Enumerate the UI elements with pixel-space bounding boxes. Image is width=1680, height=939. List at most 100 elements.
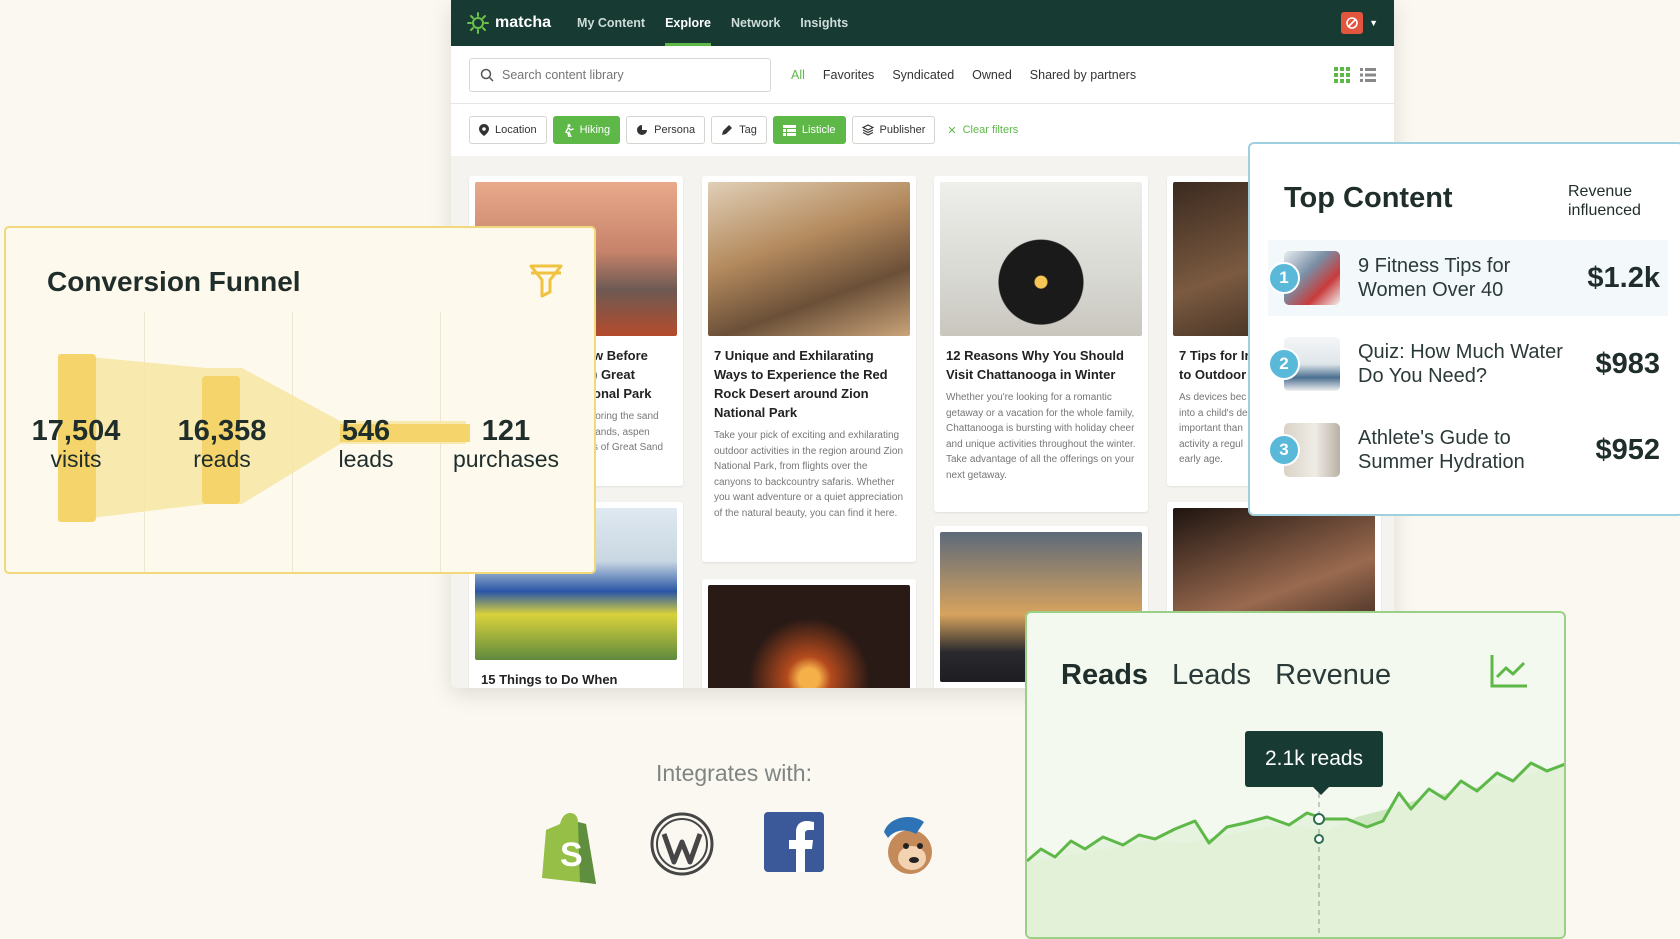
filter-publisher-label: Publisher xyxy=(879,124,926,136)
nav-insights[interactable]: Insights xyxy=(800,0,848,46)
content-card[interactable] xyxy=(702,579,916,688)
content-tabs: All Favorites Syndicated Owned Shared by… xyxy=(791,68,1136,82)
hover-point[interactable] xyxy=(1313,813,1325,825)
card-excerpt: loring the sand lands, aspen s of Great … xyxy=(593,411,664,453)
top-content-title: Top Content xyxy=(1284,182,1453,214)
funnel-graphic xyxy=(58,354,470,522)
filter-tag[interactable]: Tag xyxy=(711,116,767,144)
card-excerpt: Whether you're looking for a romantic ge… xyxy=(946,392,1136,481)
filter-listicle[interactable]: Listicle xyxy=(772,116,846,144)
search-input[interactable] xyxy=(502,67,742,82)
shopify-logo[interactable]: S xyxy=(536,812,602,886)
logo-text: matcha xyxy=(495,14,552,31)
wordpress-logo[interactable] xyxy=(650,812,714,876)
funnel-label: visits xyxy=(50,446,102,472)
matcha-logo[interactable]: matcha xyxy=(467,12,551,34)
filter-persona[interactable]: Persona xyxy=(626,116,706,144)
filter-location[interactable]: Location xyxy=(469,116,547,144)
line-chart-icon[interactable] xyxy=(1489,653,1529,689)
tab-reads[interactable]: Reads xyxy=(1061,659,1148,692)
rank-badge: 2 xyxy=(1268,348,1300,380)
integrations-title: Integrates with: xyxy=(656,760,812,786)
chart-area-primary xyxy=(1027,763,1564,937)
tab-owned[interactable]: Owned xyxy=(972,68,1012,82)
funnel-stage-leads: 546 leads xyxy=(296,416,436,472)
revenue-header: Revenue influenced xyxy=(1568,183,1641,219)
nav-network[interactable]: Network xyxy=(731,0,780,46)
pie-icon xyxy=(637,124,648,135)
funnel-value: 546 xyxy=(341,415,391,447)
facebook-logo[interactable] xyxy=(764,812,824,872)
card-title: 15 Things to Do When xyxy=(481,672,618,687)
hover-point-secondary[interactable] xyxy=(1314,834,1324,844)
nav-my-content[interactable]: My Content xyxy=(577,0,645,46)
svg-text:S: S xyxy=(560,836,583,874)
rank-badge: 3 xyxy=(1268,434,1300,466)
clear-filters-label: Clear filters xyxy=(962,124,1019,136)
filter-publisher[interactable]: Publisher xyxy=(851,116,936,144)
top-content-row[interactable]: 3 Athlete's Gude to Summer Hydration $95… xyxy=(1268,412,1668,488)
reads-tooltip: 2.1k reads xyxy=(1245,731,1384,795)
filter-location-label: Location xyxy=(495,124,537,136)
content-title: Athlete's Gude to Summer Hydration xyxy=(1358,427,1525,473)
reads-chart-card: Reads Leads Revenue 2.1k reads xyxy=(1025,611,1566,939)
top-content-row[interactable]: 1 9 Fitness Tips for Women Over 40 $1.2k xyxy=(1268,240,1668,316)
filter-hiking-label: Hiking xyxy=(579,124,611,136)
grid-view-icon[interactable] xyxy=(1334,66,1350,83)
mailchimp-logo[interactable] xyxy=(876,812,938,878)
filter-listicle-label: Listicle xyxy=(801,124,836,136)
funnel-value: 16,358 xyxy=(177,415,267,447)
funnel-value: 17,504 xyxy=(31,415,121,447)
filter-tag-label: Tag xyxy=(739,124,757,136)
search-icon xyxy=(480,68,494,82)
hiker-icon xyxy=(564,123,574,137)
tab-all[interactable]: All xyxy=(791,68,805,82)
filter-persona-label: Persona xyxy=(654,124,696,136)
tab-shared-by-partners[interactable]: Shared by partners xyxy=(1030,68,1136,82)
tab-favorites[interactable]: Favorites xyxy=(823,68,874,82)
card-title: 12 Reasons Why You Should Visit Chattano… xyxy=(946,348,1124,382)
card-title: 7 Unique and Exhilarating Ways to Experi… xyxy=(714,348,888,420)
account-menu[interactable]: ▼ xyxy=(1341,12,1378,34)
chevron-down-icon[interactable]: ▼ xyxy=(1369,18,1378,28)
top-navbar: matcha My Content Explore Network Insigh… xyxy=(451,0,1394,46)
card-image xyxy=(940,182,1142,336)
top-content-card: Top Content Revenue influenced 1 9 Fitne… xyxy=(1248,142,1680,516)
card-image xyxy=(708,585,910,688)
tab-leads[interactable]: Leads xyxy=(1172,659,1251,692)
content-title: 9 Fitness Tips for Women Over 40 xyxy=(1358,255,1511,301)
clear-filters-button[interactable]: ✕ Clear filters xyxy=(947,124,1018,137)
content-card[interactable]: 7 Unique and Exhilarating Ways to Experi… xyxy=(702,176,916,562)
rank-badge: 1 xyxy=(1268,262,1300,294)
view-toggle xyxy=(1334,66,1376,83)
avatar-icon xyxy=(1346,17,1358,29)
funnel-stage-purchases: 121 purchases xyxy=(436,416,576,472)
card-title: w Before ) Great onal Park xyxy=(593,348,652,401)
funnel-value: 121 xyxy=(481,415,531,447)
search-box[interactable] xyxy=(469,57,771,92)
card-excerpt: Take your pick of exciting and exhilarat… xyxy=(714,430,904,519)
content-title: Quiz: How Much Water Do You Need? xyxy=(1358,341,1563,387)
nav-explore[interactable]: Explore xyxy=(665,0,711,46)
conversion-funnel-card: Conversion Funnel 17,504 visits 16,358 r… xyxy=(4,226,596,574)
avatar[interactable] xyxy=(1341,12,1364,34)
revenue-value: $952 xyxy=(1595,433,1660,466)
top-content-row[interactable]: 2 Quiz: How Much Water Do You Need? $983 xyxy=(1268,326,1668,402)
tab-revenue[interactable]: Revenue xyxy=(1275,659,1391,692)
funnel-stage-visits: 17,504 visits xyxy=(6,416,146,472)
pin-icon xyxy=(479,124,489,136)
search-row: All Favorites Syndicated Owned Shared by… xyxy=(451,46,1394,104)
content-card[interactable]: 12 Reasons Why You Should Visit Chattano… xyxy=(934,176,1148,512)
revenue-value: $983 xyxy=(1595,347,1660,380)
revenue-value: $1.2k xyxy=(1587,261,1660,294)
funnel-stage-reads: 16,358 reads xyxy=(152,416,292,472)
card-image xyxy=(708,182,910,336)
filter-hiking[interactable]: Hiking xyxy=(552,116,621,144)
list-icon xyxy=(782,124,796,136)
metric-tabs: Reads Leads Revenue xyxy=(1061,659,1391,692)
funnel-label: leads xyxy=(338,446,394,472)
list-view-icon[interactable] xyxy=(1360,67,1376,83)
tag-icon xyxy=(722,125,733,135)
matcha-leaf-icon xyxy=(467,12,489,34)
tab-syndicated[interactable]: Syndicated xyxy=(892,68,954,82)
